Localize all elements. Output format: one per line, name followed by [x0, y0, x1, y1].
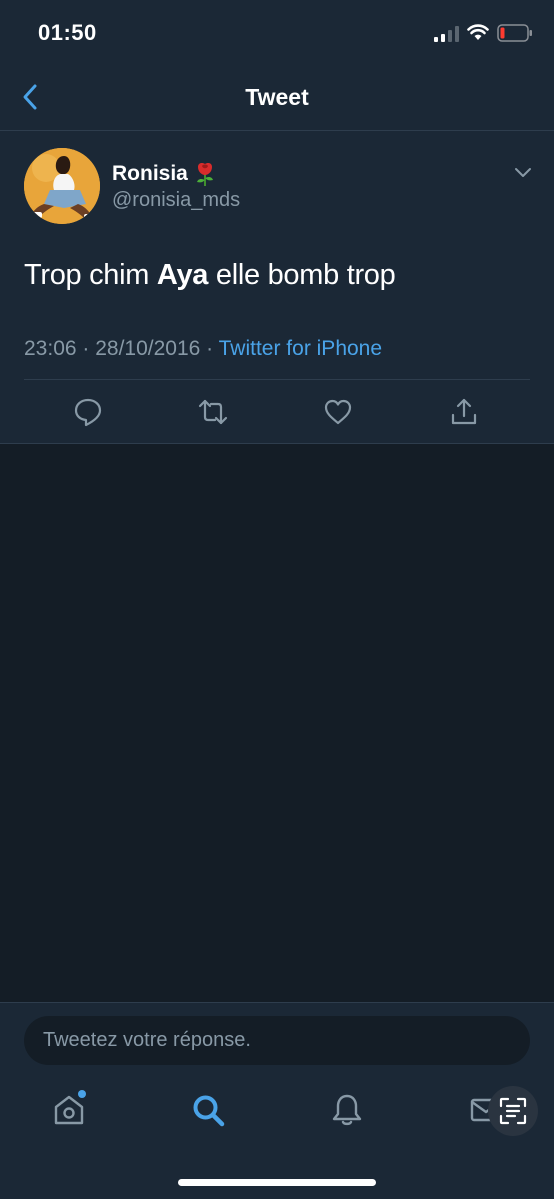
tweet-card: Ronisia @ronisia_mds Trop chim Aya elle …: [0, 131, 554, 444]
avatar[interactable]: [24, 148, 100, 224]
author-name-row[interactable]: Ronisia: [112, 161, 217, 187]
search-icon[interactable]: [190, 1092, 226, 1128]
text-scan-button[interactable]: [488, 1086, 538, 1136]
tweet-text-bold: Aya: [156, 259, 209, 291]
heart-icon[interactable]: [323, 397, 353, 427]
reply-bar: [0, 1002, 554, 1076]
meta-separator: ·: [200, 337, 219, 360]
tweet-timestamp: 23:06 · 28/10/2016: [24, 337, 201, 360]
battery-icon: [497, 24, 532, 42]
home-indicator: [178, 1179, 376, 1186]
signal-icon: [434, 26, 459, 42]
retweet-icon[interactable]: [198, 397, 228, 427]
divider: [24, 379, 530, 380]
chevron-down-icon[interactable]: [512, 165, 534, 181]
navigation-header: Tweet: [0, 64, 554, 131]
wifi-icon: [467, 24, 489, 40]
user-handle[interactable]: @ronisia_mds: [112, 189, 240, 212]
bell-icon[interactable]: [329, 1092, 365, 1128]
tweet-detail-screen: 01:50 Tweet Ronisia @ronisia_mds Trop ch…: [0, 0, 554, 1199]
tweet-source-link[interactable]: Twitter for iPhone: [219, 337, 382, 360]
reply-icon[interactable]: [73, 397, 103, 427]
new-content-dot: [78, 1090, 86, 1098]
tweet-text-part: elle bomb trop: [208, 259, 396, 291]
tweet-text: Trop chim Aya elle bomb trop: [24, 259, 396, 292]
reply-input[interactable]: [24, 1016, 530, 1065]
text-scan-icon: [499, 1097, 527, 1125]
rose-emoji-icon: [196, 163, 213, 186]
display-name[interactable]: Ronisia: [112, 162, 188, 186]
page-title: Tweet: [245, 84, 309, 110]
share-icon[interactable]: [449, 397, 479, 427]
status-time: 01:50: [38, 20, 97, 45]
tweet-text-part: Trop chim: [24, 259, 157, 291]
status-bar: 01:50: [0, 0, 554, 64]
tweet-meta: 23:06 · 28/10/2016 · Twitter for iPhone: [24, 337, 382, 361]
avatar-photo: [24, 148, 100, 224]
